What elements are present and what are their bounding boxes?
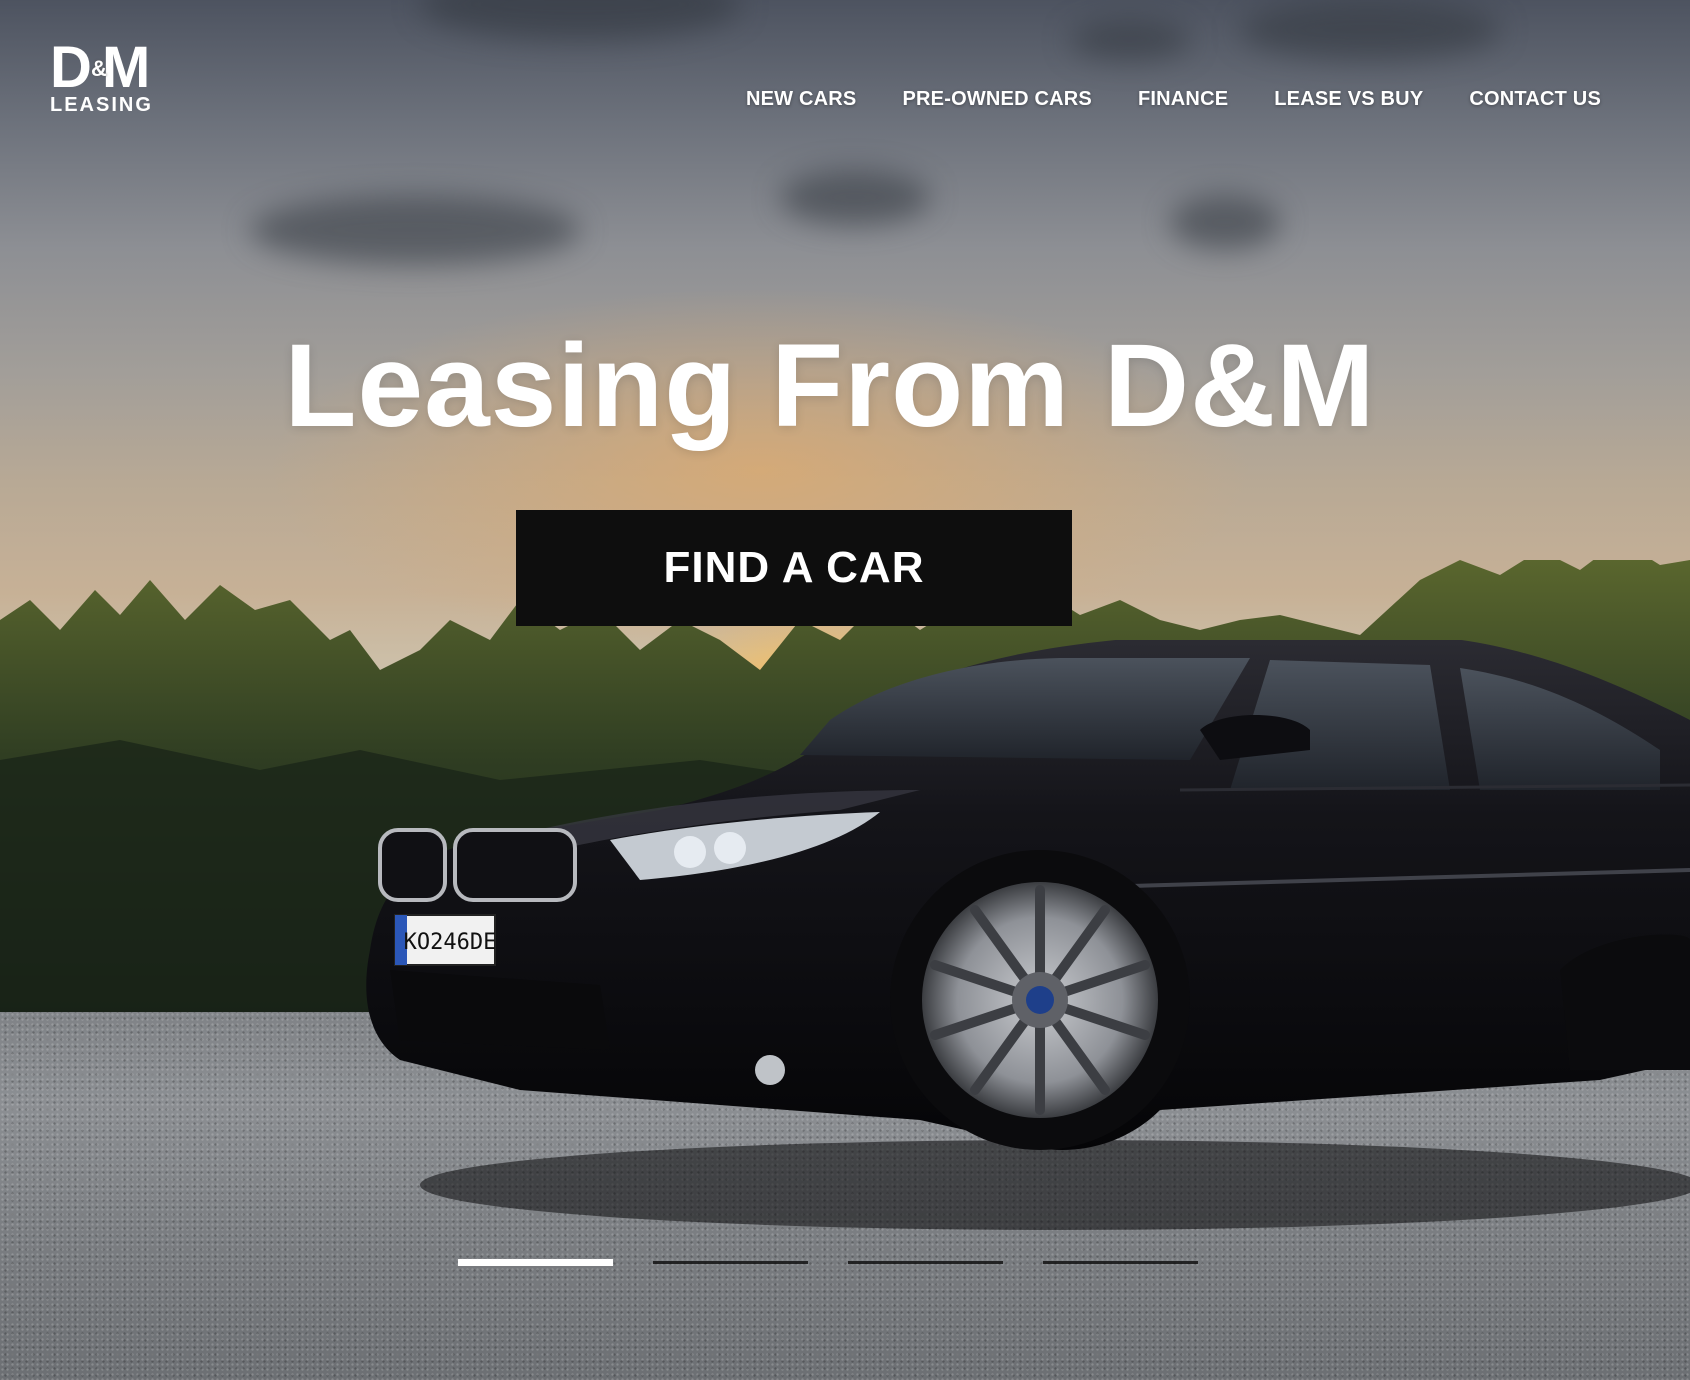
logo-ampersand: &: [91, 56, 107, 81]
hero-section: KO246DE: [0, 0, 1690, 1380]
carousel-indicator-1[interactable]: [458, 1259, 613, 1266]
cloud: [780, 170, 930, 225]
nav-item-contact-us[interactable]: CONTACT US: [1469, 88, 1601, 111]
cloud: [250, 195, 580, 265]
cloud: [1070, 20, 1190, 60]
logo-subtitle: LEASING: [50, 94, 153, 116]
nav-item-lease-vs-buy[interactable]: LEASE VS BUY: [1274, 88, 1423, 111]
main-nav: NEW CARS PRE-OWNED CARS FINANCE LEASE VS…: [746, 88, 1601, 111]
find-a-car-button[interactable]: FIND A CAR: [516, 510, 1072, 626]
license-plate-text: KO246DE: [404, 930, 497, 955]
brand-logo[interactable]: D M & LEASING: [50, 39, 162, 117]
nav-item-new-cars[interactable]: NEW CARS: [746, 88, 857, 111]
carousel-indicator-4[interactable]: [1043, 1261, 1198, 1264]
carousel-indicator-3[interactable]: [848, 1261, 1003, 1264]
car-image: KO246DE: [366, 640, 1690, 1230]
hero-headline: Leasing From D&M: [284, 320, 1376, 452]
nav-item-pre-owned-cars[interactable]: PRE-OWNED CARS: [902, 88, 1091, 111]
cloud: [420, 0, 740, 40]
carousel-indicators: [458, 1259, 1198, 1266]
nav-item-finance[interactable]: FINANCE: [1138, 88, 1228, 111]
cloud: [1170, 195, 1280, 250]
cloud: [1240, 0, 1500, 60]
carousel-indicator-2[interactable]: [653, 1261, 808, 1264]
